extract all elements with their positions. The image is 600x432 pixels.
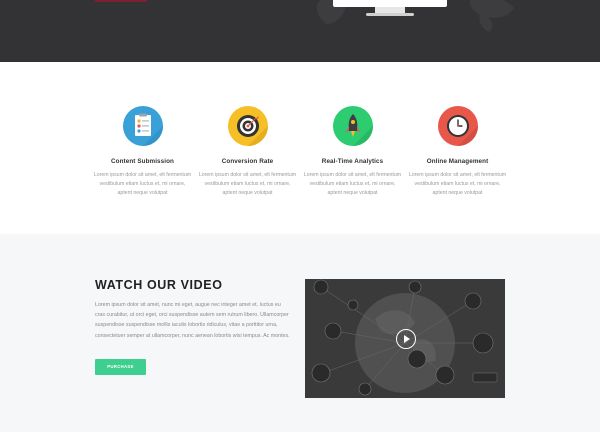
play-icon[interactable] (396, 329, 416, 349)
clipboard-icon (122, 106, 163, 146)
feature-title: Online Management (426, 158, 489, 165)
hero-button-edge[interactable] (95, 0, 147, 2)
video-player[interactable] (305, 279, 505, 398)
hero-section (0, 0, 600, 62)
video-section: WATCH OUR VIDEO Lorem ipsum dolor sit am… (0, 234, 600, 432)
feature-title: Real-Time Analytics (321, 158, 384, 165)
clock-icon (437, 106, 478, 146)
target-icon (227, 106, 268, 146)
feature-online-management: Online Management Lorem ipsum dolor sit … (405, 106, 510, 198)
video-section-text: Lorem ipsum dolor sit amet, nunc mi eget… (95, 302, 290, 339)
monitor-screen (333, 0, 447, 7)
feature-text: Lorem ipsum dolor sit amet, elt fermentu… (93, 172, 192, 196)
feature-title: Conversion Rate (221, 158, 274, 165)
monitor-base (366, 13, 414, 16)
feature-text: Lorem ipsum dolor sit amet, elt fermentu… (408, 172, 507, 196)
feature-conversion-rate: Conversion Rate Lorem ipsum dolor sit am… (195, 106, 300, 198)
feature-title: Content Submission (110, 158, 175, 165)
video-section-title: WATCH OUR VIDEO (95, 278, 223, 292)
play-triangle (404, 334, 410, 343)
feature-real-time-analytics: Real-Time Analytics Lorem ipsum dolor si… (300, 106, 405, 198)
feature-text: Lorem ipsum dolor sit amet, elt fermentu… (198, 172, 297, 196)
features-section: Content Submission Lorem ipsum dolor sit… (0, 62, 600, 234)
purchase-button[interactable]: PURCHASE (95, 359, 146, 375)
feature-text: Lorem ipsum dolor sit amet, elt fermentu… (303, 172, 402, 196)
rocket-icon (332, 106, 373, 146)
feature-content-submission: Content Submission Lorem ipsum dolor sit… (90, 106, 195, 198)
